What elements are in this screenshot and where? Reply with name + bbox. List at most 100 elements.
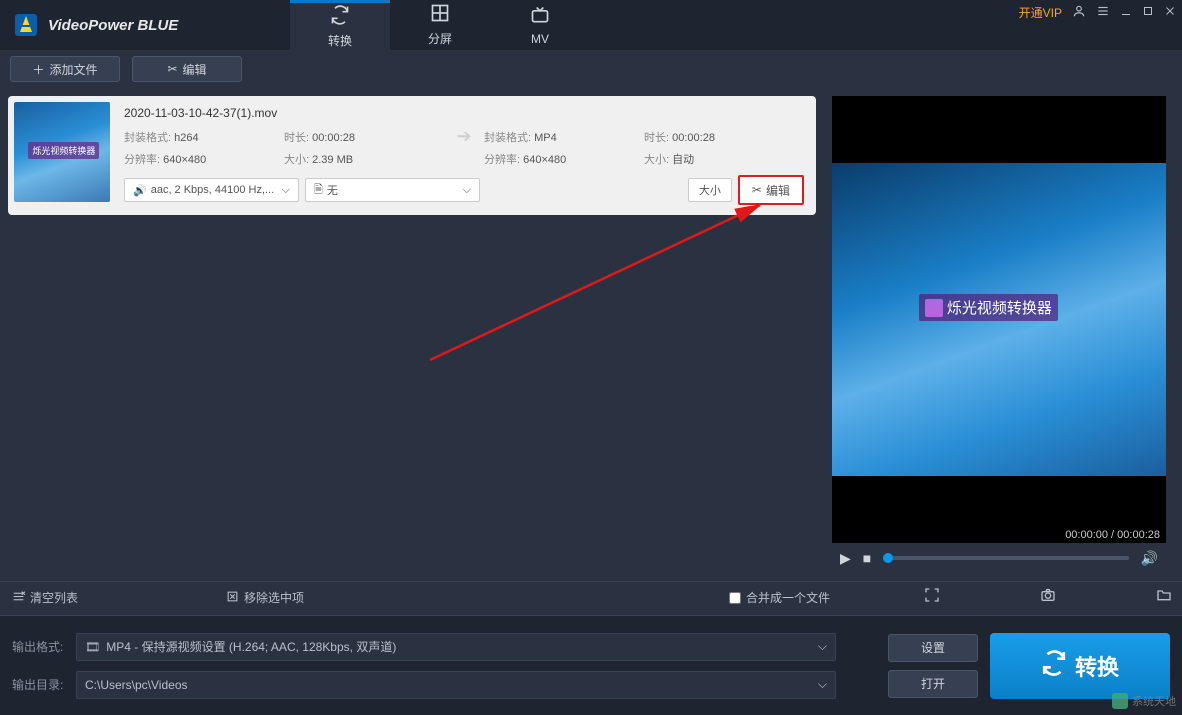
chevron-down-icon: ⌵ (818, 639, 827, 654)
main-area: 烁光视频转换器 2020-11-03-10-42-37(1).mov 封装格式:… (0, 88, 1182, 581)
edit-button[interactable]: ✂ 编辑 (132, 56, 242, 82)
file-item[interactable]: 烁光视频转换器 2020-11-03-10-42-37(1).mov 封装格式:… (8, 96, 816, 215)
badge-text: 烁光视频转换器 (947, 297, 1052, 318)
edit-item-button[interactable]: ✂ 编辑 (738, 175, 804, 205)
dst-res: 640×480 (523, 154, 566, 166)
titlebar: VideoPower BLUE 转换 分屏 MV 开通VIP (0, 0, 1182, 50)
merge-check-input[interactable] (729, 592, 741, 604)
remove-selected-button[interactable]: 移除选中项 (226, 589, 304, 606)
badge-icon (925, 299, 943, 317)
chevron-down-icon: ⌵ (282, 184, 290, 197)
codec-label: 封装格式: (124, 132, 171, 144)
file-details: 2020-11-03-10-42-37(1).mov 封装格式: h264 时长… (118, 102, 810, 209)
subtitle-dropdown[interactable]: 🗎 无 ⌵ (305, 178, 480, 202)
tab-mv[interactable]: MV (490, 0, 590, 50)
folder-icon[interactable] (1156, 587, 1172, 607)
clear-label: 清空列表 (30, 589, 78, 606)
refresh-icon (1041, 650, 1067, 682)
tv-icon (530, 5, 550, 30)
bottom-panel: 输出格式: 🎞MP4 - 保持源视频设置 (H.264; AAC, 128Kbp… (0, 615, 1182, 715)
meta-grid: 封装格式: h264 时长: 00:00:28 ➔ 封装格式: MP4 时长: … (124, 126, 804, 167)
clear-list-button[interactable]: 清空列表 (12, 589, 78, 606)
clear-icon (12, 590, 25, 606)
size-button[interactable]: 大小 (688, 178, 732, 202)
open-button[interactable]: 打开 (888, 670, 978, 698)
plus-icon: ＋ (32, 61, 44, 78)
thumb-badge: 烁光视频转换器 (28, 142, 99, 159)
format-select[interactable]: 🎞 MP4 - 保持源视频设置 (H.264; AAC, 128Kbps, 双声道… (76, 633, 836, 661)
settings-button[interactable]: 设置 (888, 634, 978, 662)
titlebar-right: 开通VIP (1019, 4, 1176, 21)
subtitle-icon: 🗎 (314, 181, 323, 200)
arrow-icon: ➔ (444, 126, 484, 147)
maximize-icon[interactable] (1142, 5, 1154, 20)
dst-duration: 00:00:28 (672, 132, 715, 144)
scissors-icon: ✂ (752, 183, 762, 197)
subtitle-value: 无 (323, 182, 463, 198)
size-label: 大小: (284, 154, 309, 166)
speaker-icon: 🔊 (133, 184, 147, 197)
format-row: 输出格式: 🎞MP4 - 保持源视频设置 (H.264; AAC, 128Kbp… (12, 633, 876, 661)
menu-icon[interactable] (1096, 4, 1110, 21)
volume-icon[interactable]: 🔊 (1141, 550, 1158, 567)
merge-label: 合并成一个文件 (746, 589, 830, 606)
dir-row: 输出目录: C:\Users\pc\Videos ⌵ (12, 671, 876, 699)
tab-split[interactable]: 分屏 (390, 0, 490, 50)
camera-icon[interactable] (1040, 587, 1056, 607)
stop-icon[interactable]: ■ (863, 550, 871, 566)
preview-panel: 烁光视频转换器 00:00:00 / 00:00:28 ▶ ■ 🔊 (824, 88, 1174, 581)
dst-codec: MP4 (534, 132, 557, 144)
user-icon[interactable] (1072, 4, 1086, 21)
src-duration: 00:00:28 (312, 132, 355, 144)
res-label: 分辨率: (484, 154, 520, 166)
dst-size: 自动 (672, 154, 694, 166)
vip-link[interactable]: 开通VIP (1019, 4, 1062, 21)
dir-value: C:\Users\pc\Videos (85, 678, 188, 692)
button-label: 编辑 (183, 61, 207, 78)
tab-label: 转换 (328, 32, 352, 49)
app-title: VideoPower BLUE (48, 17, 178, 34)
preview-badge: 烁光视频转换器 (919, 294, 1058, 321)
play-icon[interactable]: ▶ (840, 550, 851, 567)
audio-value: aac, 2 Kbps, 44100 Hz,... (147, 184, 282, 196)
convert-label: 转换 (1075, 650, 1119, 682)
tab-convert[interactable]: 转换 (290, 0, 390, 50)
duration-label: 时长: (644, 132, 669, 144)
output-settings: 输出格式: 🎞MP4 - 保持源视频设置 (H.264; AAC, 128Kbp… (12, 628, 876, 703)
dir-select[interactable]: C:\Users\pc\Videos ⌵ (76, 671, 836, 699)
src-res: 640×480 (163, 154, 206, 166)
preview-frame: 烁光视频转换器 (832, 163, 1166, 476)
scissors-icon: ✂ (167, 62, 177, 76)
minimize-icon[interactable] (1120, 5, 1132, 20)
progress-bar[interactable] (883, 556, 1128, 560)
remove-label: 移除选中项 (244, 589, 304, 606)
res-label: 分辨率: (124, 154, 160, 166)
file-thumbnail[interactable]: 烁光视频转换器 (14, 102, 110, 202)
bottom-buttons: 设置 打开 (888, 628, 978, 703)
codec-label: 封装格式: (484, 132, 531, 144)
edit-label: 编辑 (766, 182, 790, 199)
watermark-icon (1112, 693, 1128, 709)
nav-tabs: 转换 分屏 MV (290, 0, 590, 50)
watermark-text: 系统天地 (1132, 693, 1176, 709)
audio-dropdown[interactable]: 🔊 aac, 2 Kbps, 44100 Hz,... ⌵ (124, 178, 299, 202)
time-display: 00:00:00 / 00:00:28 (1065, 529, 1160, 541)
video-icon: 🎞 (85, 640, 100, 654)
preview-video[interactable]: 烁光视频转换器 00:00:00 / 00:00:28 (832, 96, 1166, 543)
tab-label: MV (531, 32, 549, 46)
remove-icon (226, 590, 239, 606)
merge-checkbox[interactable]: 合并成一个文件 (729, 589, 830, 606)
progress-thumb[interactable] (883, 553, 893, 563)
size-label: 大小: (644, 154, 669, 166)
add-file-button[interactable]: ＋ 添加文件 (10, 56, 120, 82)
format-value: MP4 - 保持源视频设置 (H.264; AAC, 128Kbps, 双声道) (106, 638, 396, 655)
button-label: 添加文件 (50, 61, 98, 78)
convert-button[interactable]: 转换 (990, 633, 1170, 699)
tab-label: 分屏 (428, 30, 452, 47)
close-icon[interactable] (1164, 5, 1176, 20)
file-name: 2020-11-03-10-42-37(1).mov (124, 106, 804, 120)
duration-label: 时长: (284, 132, 309, 144)
watermark: 系统天地 (1112, 693, 1176, 709)
player-controls: ▶ ■ 🔊 (832, 543, 1166, 573)
fullscreen-icon[interactable] (924, 587, 940, 607)
